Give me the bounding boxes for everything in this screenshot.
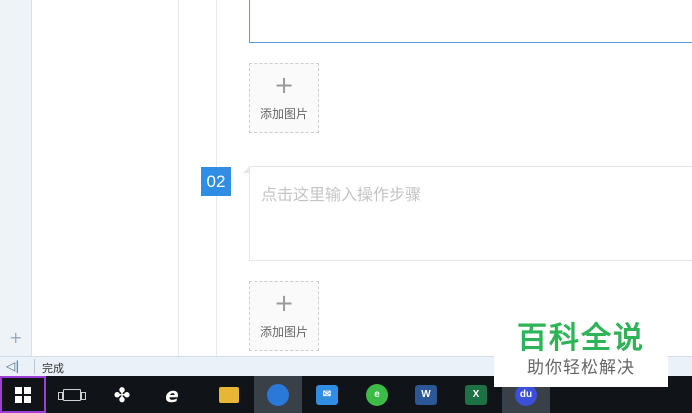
360-browser-button[interactable]: e bbox=[353, 376, 401, 413]
watermark-subtitle: 助你轻松解决 bbox=[527, 358, 635, 378]
start-icon bbox=[15, 386, 31, 403]
sogou-browser-button[interactable] bbox=[254, 376, 302, 413]
add-icon[interactable]: + bbox=[9, 330, 22, 346]
word-button[interactable]: W bbox=[402, 376, 450, 413]
task-view-icon bbox=[58, 388, 86, 401]
add-image-label: 添加图片 bbox=[259, 107, 308, 121]
watermark-logo: 百科全说 助你轻松解决 bbox=[494, 320, 668, 387]
task-view-button[interactable] bbox=[48, 376, 96, 413]
step2-placeholder: 点击这里输入操作步骤 bbox=[261, 185, 422, 204]
fan-app-button[interactable]: ✤ bbox=[98, 376, 146, 413]
sogou-browser-icon bbox=[267, 383, 289, 406]
step2-text-input[interactable]: 点击这里输入操作步骤 bbox=[249, 166, 692, 261]
ie-icon: e bbox=[165, 382, 179, 407]
add-image-button[interactable]: + 添加图片 bbox=[249, 63, 319, 133]
status-separator bbox=[34, 359, 35, 374]
word-icon: W bbox=[415, 384, 437, 405]
kingsoft-mail-button[interactable]: ✉ bbox=[303, 376, 351, 413]
add-image-label: 添加图片 bbox=[259, 325, 308, 339]
status-text: 完成 bbox=[42, 362, 64, 375]
excel-button[interactable]: X bbox=[452, 376, 500, 413]
watermark-title: 百科全说 bbox=[517, 321, 645, 356]
file-explorer-button[interactable] bbox=[205, 376, 253, 413]
start-button[interactable] bbox=[0, 376, 46, 413]
add-image-button[interactable]: + 添加图片 bbox=[249, 281, 319, 351]
360-browser-icon: e bbox=[366, 383, 388, 406]
step-number-badge: 02 bbox=[201, 167, 231, 196]
excel-icon: X bbox=[465, 384, 487, 405]
plus-icon: + bbox=[273, 71, 295, 99]
left-sidebar: + bbox=[0, 0, 32, 356]
ie-button[interactable]: e bbox=[148, 376, 196, 413]
middle-panel bbox=[33, 0, 179, 356]
file-explorer-icon bbox=[219, 386, 239, 403]
collapse-panel-icon[interactable]: ◁| bbox=[6, 359, 19, 373]
fan-app-icon: ✤ bbox=[113, 382, 131, 407]
plus-icon: + bbox=[273, 289, 295, 317]
kingsoft-mail-icon: ✉ bbox=[316, 384, 338, 405]
step1-text-input[interactable] bbox=[249, 0, 692, 43]
